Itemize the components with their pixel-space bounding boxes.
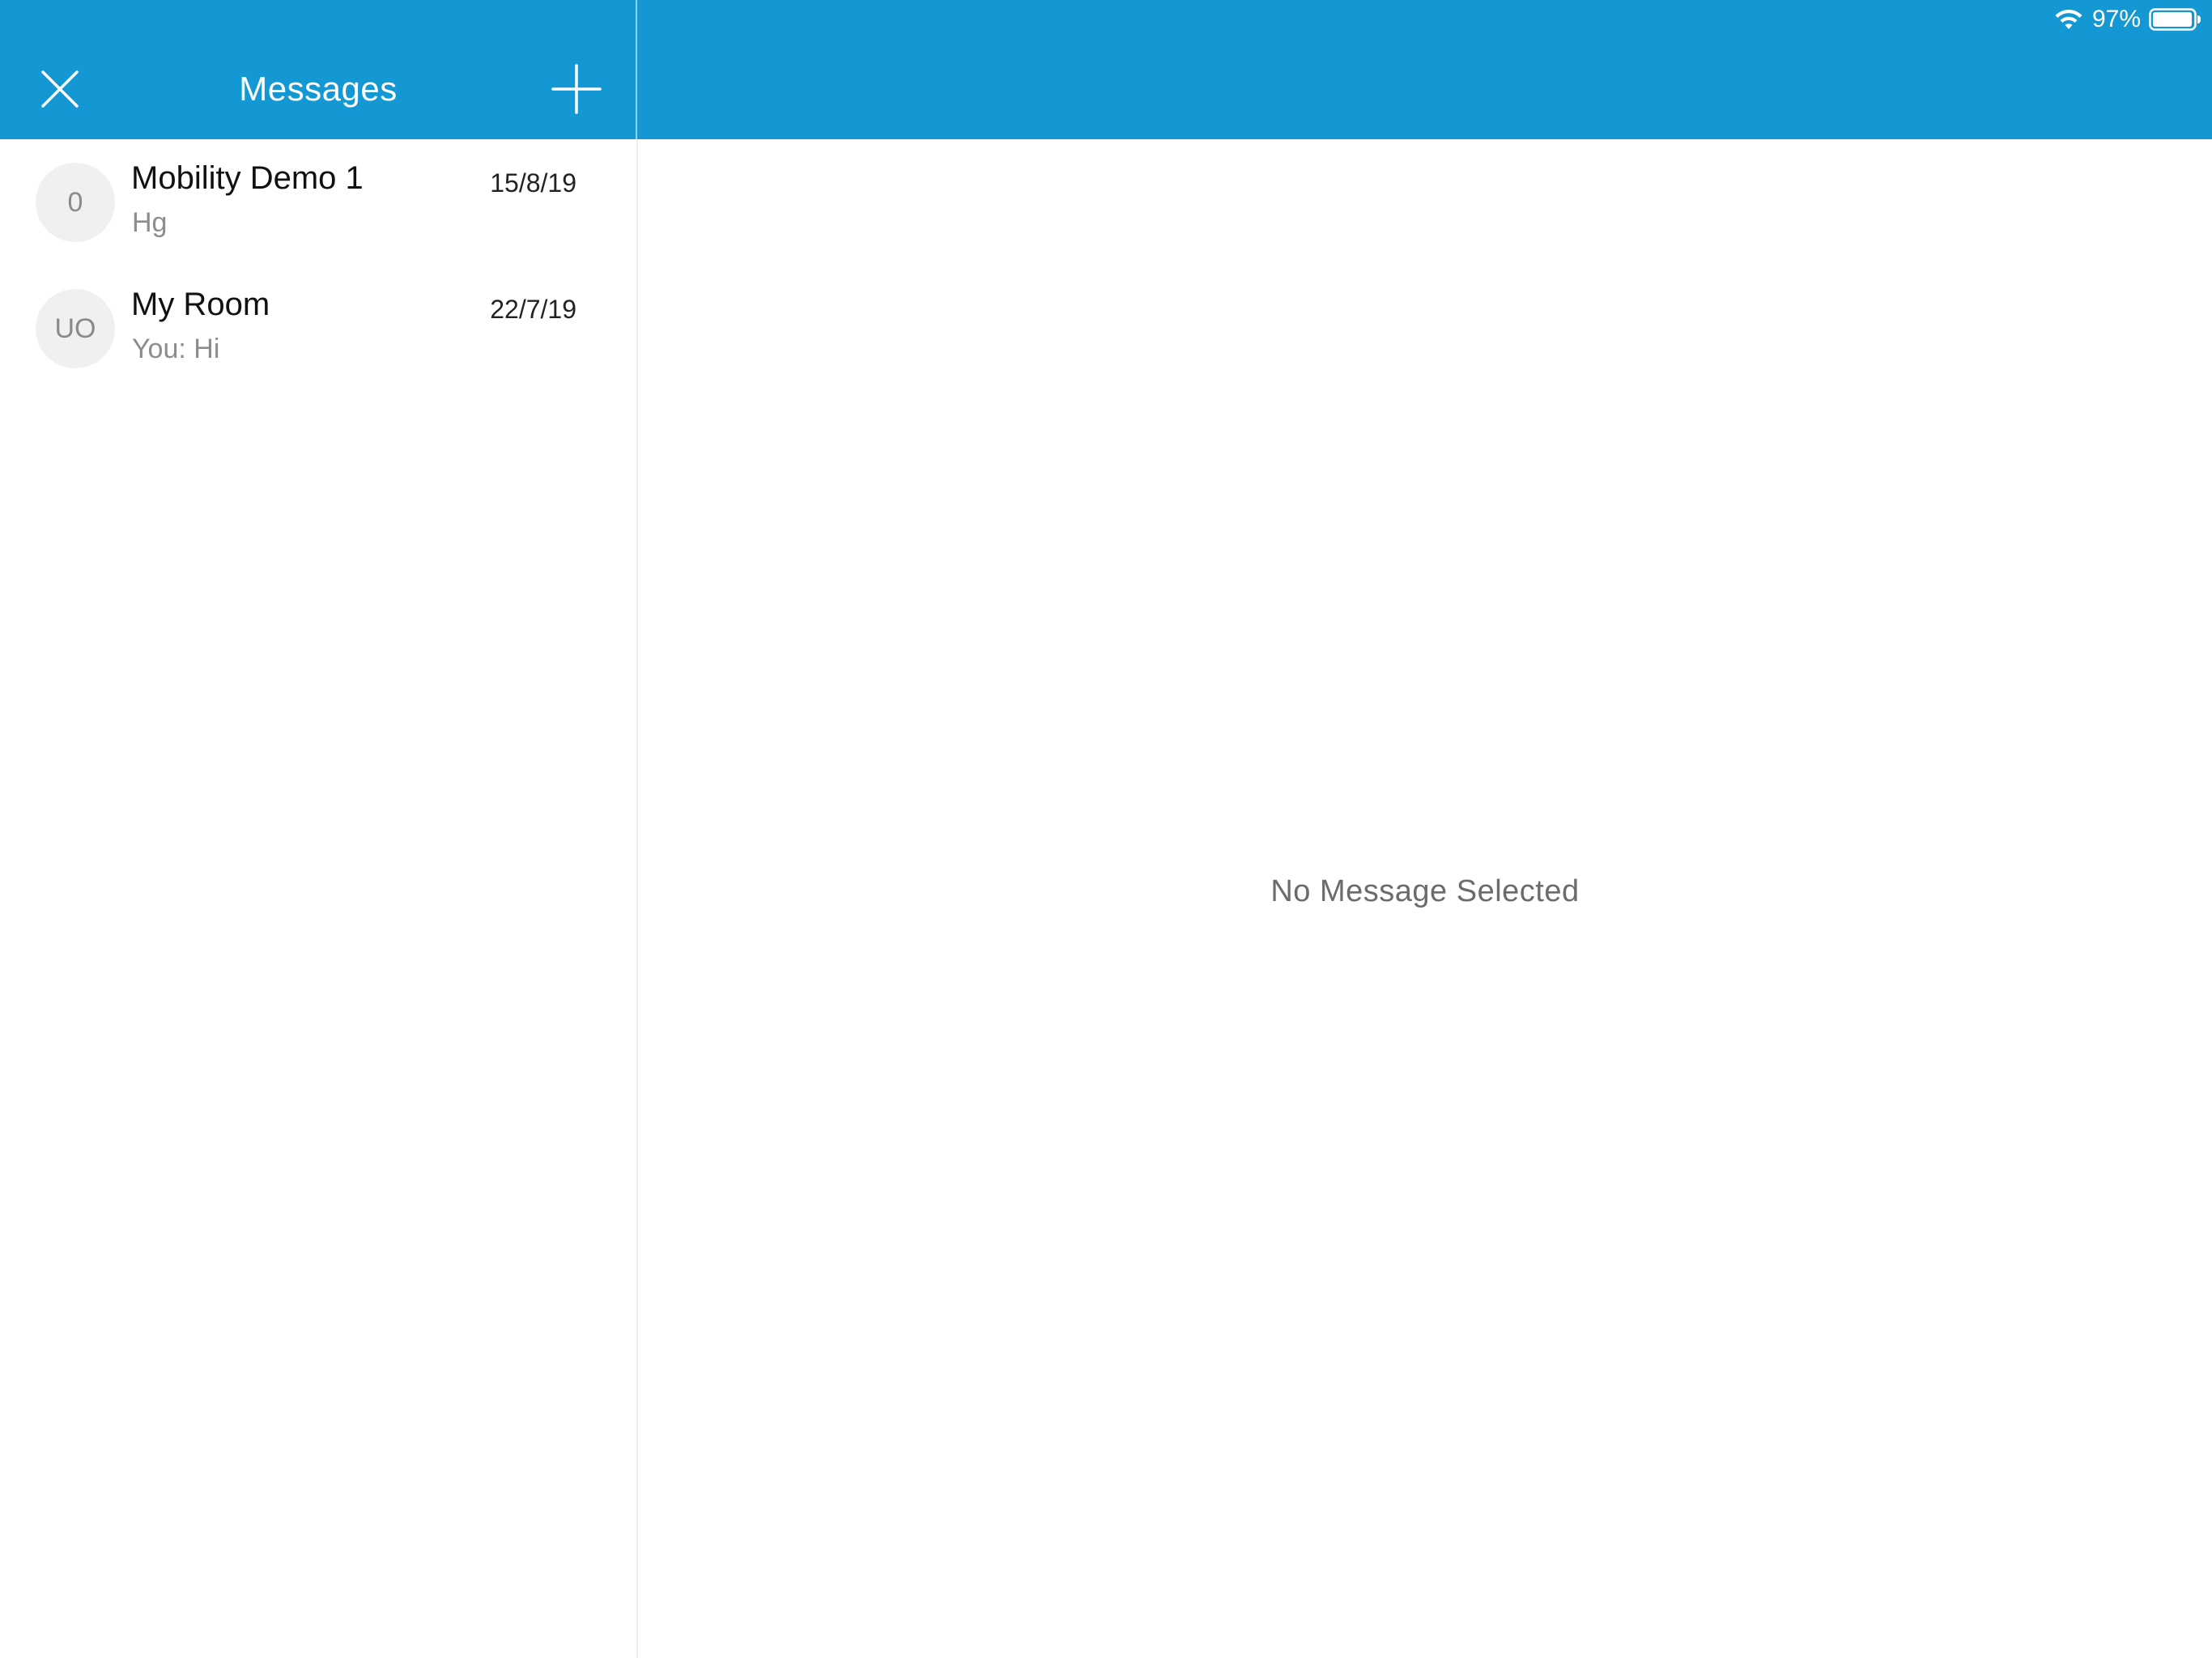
conversation-title: Mobility Demo 1 — [131, 160, 364, 196]
conversation-title: My Room — [131, 287, 270, 322]
avatar: 0 — [36, 163, 115, 242]
conversation-row-mobility-demo-1[interactable]: 0 Mobility Demo 1 Hg 15/8/19 — [0, 139, 636, 266]
wifi-icon — [2055, 10, 2082, 29]
messages-app: 97% Messages 0 Mobility Demo 1 Hg 15/8/1… — [0, 0, 2212, 1658]
conversation-preview: You: Hi — [132, 334, 220, 364]
conversation-row-my-room[interactable]: UO My Room You: Hi 22/7/19 — [0, 266, 636, 392]
battery-percentage: 97% — [2091, 6, 2141, 32]
top-bar: 97% Messages — [0, 0, 2212, 139]
page-title: Messages — [239, 70, 398, 108]
empty-state-text: No Message Selected — [1270, 874, 1580, 908]
conversation-list: 0 Mobility Demo 1 Hg 15/8/19 UO My Room … — [0, 139, 636, 1658]
conversation-preview: Hg — [132, 207, 168, 238]
status-bar: 97% — [2053, 5, 2202, 34]
message-detail-pane: No Message Selected — [638, 139, 2212, 1658]
conversation-date: 22/7/19 — [490, 295, 576, 324]
battery-icon — [2149, 8, 2201, 31]
plus-icon — [551, 64, 602, 114]
conversation-date: 15/8/19 — [490, 168, 576, 198]
new-message-button[interactable] — [551, 63, 602, 115]
avatar: UO — [36, 289, 115, 368]
